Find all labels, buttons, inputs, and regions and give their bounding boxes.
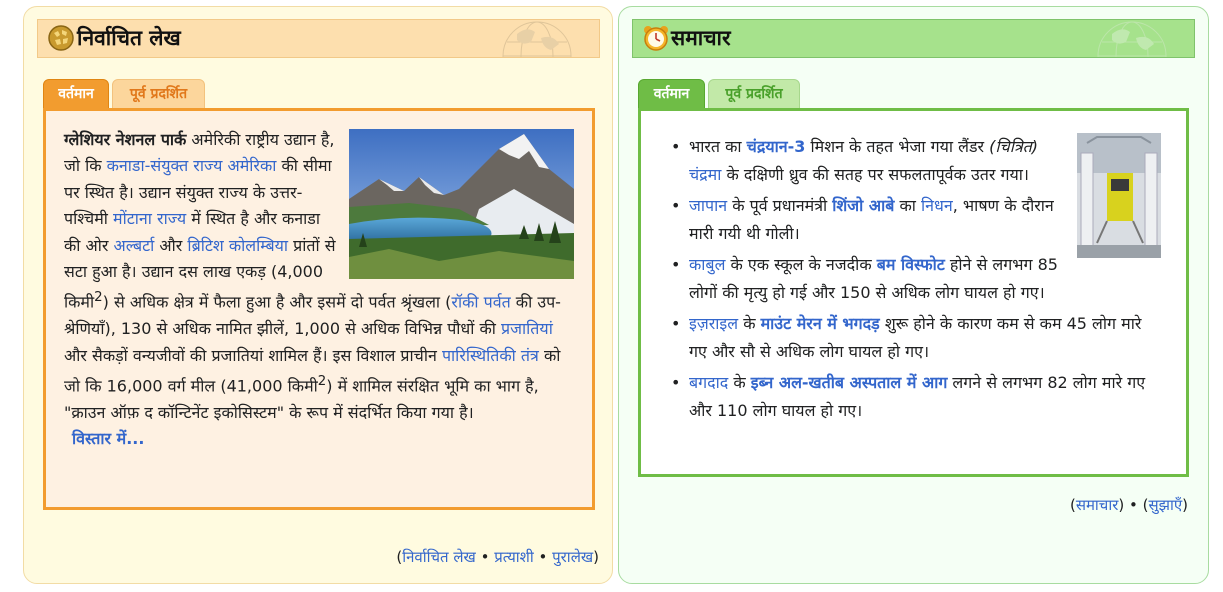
news-item: • काबुल के एक स्कूल के नजदीक बम विस्फोट … <box>671 251 1161 306</box>
footer-separator: • <box>1124 496 1143 514</box>
news-header: समाचार <box>632 19 1195 58</box>
link-montana[interactable]: मोंटाना राज्य <box>113 209 186 228</box>
footer-separator: • <box>475 548 495 566</box>
superscript-2b: 2 <box>317 373 327 389</box>
link-canada-us[interactable]: कनाडा-संयुक्त राज्य अमेरिका <box>107 156 277 175</box>
superscript-2: 2 <box>94 290 103 306</box>
footer-link-news[interactable]: समाचार <box>1076 496 1119 514</box>
news-text: मिशन के तहत भेजा गया लैंडर <box>805 137 990 156</box>
footer-link-candidates[interactable]: प्रत्याशी <box>494 548 534 566</box>
pictured-note: (चित्रित) <box>989 137 1039 156</box>
article-text-6: ) से अधिक क्षेत्र में फैला हुआ है और इसम… <box>102 292 452 312</box>
globe-watermark-icon <box>1097 21 1167 57</box>
news-box: • भारत का चंद्रयान-3 मिशन के तहत भेजा गय… <box>638 108 1189 477</box>
link-japan[interactable]: जापान <box>689 196 727 215</box>
news-text: के <box>738 314 761 333</box>
news-text: के <box>728 373 751 392</box>
link-death[interactable]: निधन <box>921 196 953 215</box>
footer-paren-close: ) <box>593 548 599 566</box>
tab-current[interactable]: वर्तमान <box>638 79 705 109</box>
link-alberta[interactable]: अल्बर्टा <box>114 236 155 255</box>
bullet: • <box>671 373 681 392</box>
link-kabul[interactable]: काबुल <box>689 255 725 274</box>
footer-separator: • <box>533 548 553 566</box>
featured-footer: (निर्वाचित लेख • प्रत्याशी • पुरालेख) <box>396 547 599 567</box>
news-item: • इज़राइल के माउंट मेरन में भगदड़ शुरू ह… <box>671 310 1161 365</box>
footer-link-featured-articles[interactable]: निर्वाचित लेख <box>402 548 476 566</box>
bullet: • <box>671 196 681 215</box>
link-british-columbia[interactable]: ब्रिटिश कोलम्बिया <box>187 236 288 255</box>
featured-article-text: ग्लेशियर नेशनल पार्क अमेरिकी राष्ट्रीय उ… <box>64 127 574 453</box>
featured-article-panel: निर्वाचित लेख वर्तमान पूर्व प्रदर्शित ग्… <box>23 6 613 584</box>
tab-current[interactable]: वर्तमान <box>43 79 109 109</box>
article-text-4: और <box>154 235 188 255</box>
mountain-lake-illustration <box>349 129 574 279</box>
featured-article-box: ग्लेशियर नेशनल पार्क अमेरिकी राष्ट्रीय उ… <box>43 108 595 510</box>
link-species[interactable]: प्रजातियां <box>501 319 553 338</box>
read-more-link[interactable]: विस्तार में... <box>64 426 574 452</box>
wikipedia-globe-icon <box>48 25 74 51</box>
article-subject: ग्लेशियर नेशनल पार्क <box>64 130 187 149</box>
link-shinzo-abe[interactable]: शिंजो आबे <box>832 196 894 215</box>
featured-article-header: निर्वाचित लेख <box>37 19 600 58</box>
tab-previously-shown[interactable]: पूर्व प्रदर्शित <box>708 79 800 109</box>
link-ecosystem[interactable]: पारिस्थितिकी तंत्र <box>442 346 539 365</box>
bullet: • <box>671 255 681 274</box>
footer-link-archive[interactable]: पुरालेख <box>552 548 593 566</box>
link-chandrayaan-3[interactable]: चंद्रयान-3 <box>747 137 806 156</box>
link-israel[interactable]: इज़राइल <box>689 314 738 333</box>
news-text: भारत का <box>689 137 747 156</box>
link-baghdad[interactable]: बगदाद <box>689 373 728 392</box>
bullet: • <box>671 137 681 156</box>
news-item: • जापान के पूर्व प्रधानमंत्री शिंजो आबे … <box>671 192 1161 247</box>
news-text: के पूर्व प्रधानमंत्री <box>727 196 833 215</box>
bullet: • <box>671 314 681 333</box>
link-rocky-mountains[interactable]: रॉकी पर्वत <box>451 293 510 312</box>
link-hospital-fire[interactable]: इब्न अल-खतीब अस्पताल में आग <box>751 373 948 392</box>
link-meron-stampede[interactable]: माउंट मेरन में भगदड़ <box>761 314 880 333</box>
link-moon[interactable]: चंद्रमा <box>689 165 721 184</box>
news-text: का <box>894 196 921 215</box>
news-panel: समाचार वर्तमान पूर्व प्रदर्शित • भारत का… <box>618 6 1209 584</box>
link-bomb-blast[interactable]: बम विस्फोट <box>877 255 945 274</box>
glacier-park-image[interactable] <box>349 129 574 279</box>
news-title: समाचार <box>671 26 731 50</box>
news-text: के दक्षिणी ध्रुव की सतह पर सफलतापूर्वक उ… <box>721 164 1029 184</box>
featured-article-title: निर्वाचित लेख <box>77 26 181 50</box>
news-item: • भारत का चंद्रयान-3 मिशन के तहत भेजा गय… <box>671 133 1161 258</box>
news-list: • भारत का चंद्रयान-3 मिशन के तहत भेजा गय… <box>671 133 1161 428</box>
footer-paren-close: ) <box>1182 496 1188 514</box>
footer-link-suggest[interactable]: सुझाएँ <box>1148 496 1182 514</box>
news-footer: (समाचार) • (सुझाएँ) <box>1070 495 1188 515</box>
tab-previously-shown[interactable]: पूर्व प्रदर्शित <box>112 79 205 109</box>
news-text: के एक स्कूल के नजदीक <box>725 255 877 274</box>
alarm-clock-icon <box>644 26 668 51</box>
article-text-8: और सैकड़ों वन्यजीवों की प्रजातियां शामिल… <box>64 345 442 365</box>
globe-watermark-icon <box>502 21 572 57</box>
news-item: • बगदाद के इब्न अल-खतीब अस्पताल में आग ल… <box>671 369 1161 424</box>
